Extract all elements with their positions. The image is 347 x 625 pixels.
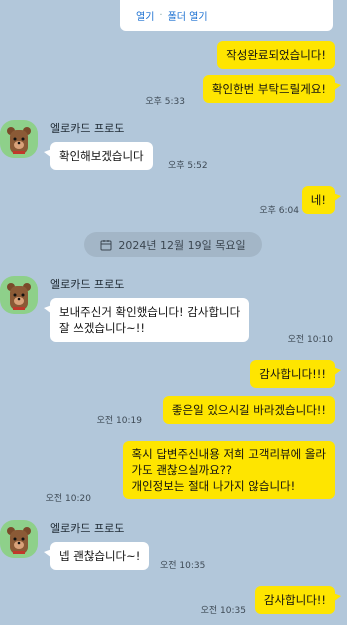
date-divider: 2024년 12월 19일 목요일 (84, 232, 262, 257)
message-bubble-sent[interactable]: 감사합니다!!! (250, 360, 341, 388)
file-card: 열기 · 폴더 열기 (120, 0, 333, 31)
message-bubble-sent[interactable]: 작성완료되었습니다! (217, 41, 335, 69)
open-file-link[interactable]: 열기 (136, 8, 154, 23)
message-time: 오전 10:20 (45, 494, 91, 504)
message-bubble-received[interactable]: 넵 괜찮습니다~! (43, 542, 150, 570)
message-line: 가도 괜찮으실까요?? (131, 463, 233, 477)
message-time: 오후 5:52 (168, 161, 208, 171)
calendar-icon (100, 239, 112, 250)
bear-avatar-icon (7, 283, 31, 310)
sender-avatar[interactable] (0, 520, 38, 558)
message-bubble-sent[interactable]: 좋은일 있으시길 바라겠습니다!! (162, 396, 335, 424)
message-time: 오전 10:35 (160, 561, 206, 571)
message-line: 개인정보는 절대 나가지 않습니다! (131, 479, 296, 493)
sender-avatar[interactable] (0, 120, 38, 158)
message-bubble-sent[interactable]: 혹시 답변주신내용 저희 고객리뷰에 올라 가도 괜찮으실까요?? 개인정보는 … (122, 441, 335, 499)
message-time: 오후 5:33 (145, 97, 185, 107)
message-bubble-received[interactable]: 확인해보겠습니다 (44, 142, 153, 170)
message-time: 오전 10:35 (200, 606, 246, 616)
message-time: 오전 10:10 (287, 335, 333, 345)
message-line: 보내주신거 확인했습니다! 감사합니다 (59, 305, 241, 319)
message-line: 혹시 답변주신내용 저희 고객리뷰에 올라 (131, 447, 326, 461)
bear-avatar-icon (7, 527, 31, 554)
message-bubble-received[interactable]: 보내주신거 확인했습니다! 감사합니다 잘 쓰겠습니다~!! (43, 298, 250, 342)
message-line: 잘 쓰겠습니다~!! (59, 321, 145, 335)
message-bubble-sent[interactable]: 감사합니다!! (254, 586, 342, 614)
chat-room: 열기 · 폴더 열기 작성완료되었습니다! 확인한번 부탁드릴게요! 오후 5:… (0, 0, 347, 625)
message-bubble-sent[interactable]: 네! (301, 186, 342, 214)
message-bubble-sent[interactable]: 확인한번 부탁드릴게요! (202, 75, 342, 103)
sender-name: 엘로카드 프로도 (50, 522, 125, 535)
sender-avatar[interactable] (0, 276, 38, 314)
bear-avatar-icon (7, 127, 31, 154)
sender-name: 엘로카드 프로도 (50, 122, 125, 135)
message-time: 오전 10:19 (96, 416, 142, 426)
message-time: 오후 6:04 (259, 206, 299, 216)
open-folder-link[interactable]: 폴더 열기 (168, 8, 208, 23)
sender-name: 엘로카드 프로도 (50, 278, 125, 291)
link-separator: · (159, 10, 163, 21)
date-divider-text: 2024년 12월 19일 목요일 (118, 238, 246, 252)
